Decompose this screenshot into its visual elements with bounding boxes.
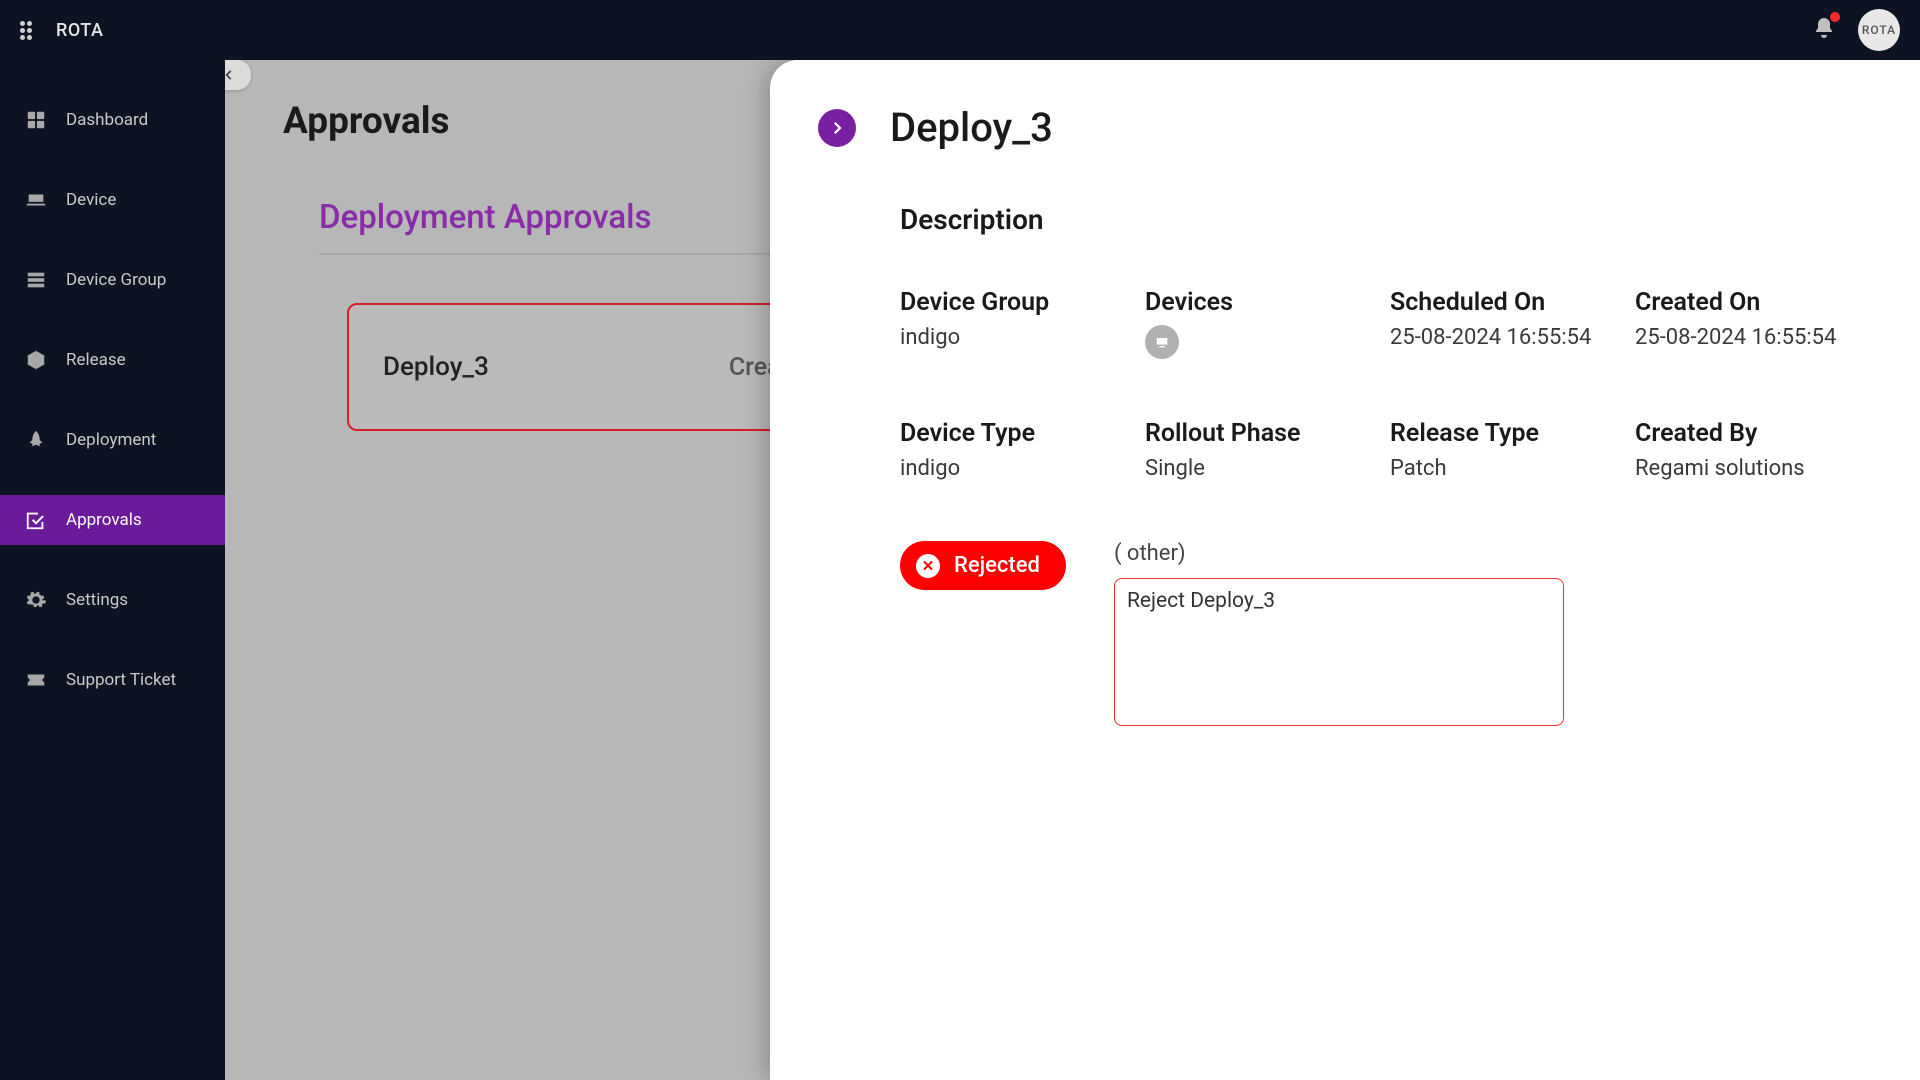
x-circle-icon: ✕ xyxy=(916,554,940,578)
panel-close-button[interactable] xyxy=(818,109,856,147)
sidebar-item-label: Support Ticket xyxy=(66,670,176,690)
field-label: Device Group xyxy=(900,288,1145,317)
field-value: indigo xyxy=(900,456,1145,481)
topbar-right: ROTA xyxy=(1812,9,1900,51)
field-value: 25-08-2024 16:55:54 xyxy=(1390,325,1635,350)
field-rollout-phase: Rollout Phase Single xyxy=(1145,419,1390,481)
sidebar-collapse-button[interactable] xyxy=(225,60,251,90)
notifications-button[interactable] xyxy=(1812,16,1836,44)
app-grid-icon[interactable] xyxy=(20,21,38,39)
field-value: indigo xyxy=(900,325,1145,350)
sidebar-item-device-group[interactable]: Device Group xyxy=(0,255,225,305)
detail-panel: Deploy_3 Description Device Group indigo… xyxy=(770,60,1920,1080)
info-grid: Device Group indigo Devices Scheduled On… xyxy=(900,288,1868,481)
field-label: Scheduled On xyxy=(1390,288,1635,317)
sidebar-item-label: Deployment xyxy=(66,430,156,450)
field-value: Patch xyxy=(1390,456,1635,481)
chevron-left-icon xyxy=(225,68,236,82)
field-label: Device Type xyxy=(900,419,1145,448)
topbar-left: ROTA xyxy=(20,20,103,41)
field-scheduled-on: Scheduled On 25-08-2024 16:55:54 xyxy=(1390,288,1635,359)
field-label: Devices xyxy=(1145,288,1390,317)
field-label: Created By xyxy=(1635,419,1880,448)
field-label: Created On xyxy=(1635,288,1880,317)
gear-icon xyxy=(24,588,48,612)
sidebar-item-label: Device xyxy=(66,190,116,210)
field-value: 25-08-2024 16:55:54 xyxy=(1635,325,1880,350)
topbar: ROTA ROTA xyxy=(0,0,1920,60)
device-icon xyxy=(24,188,48,212)
reason-column: ( other) xyxy=(1114,541,1564,726)
description-heading: Description xyxy=(900,203,1868,236)
field-label: Release Type xyxy=(1390,419,1635,448)
device-group-icon xyxy=(24,268,48,292)
release-icon xyxy=(24,348,48,372)
approvals-icon xyxy=(24,508,48,532)
sidebar-item-support-ticket[interactable]: Support Ticket xyxy=(0,655,225,705)
field-devices: Devices xyxy=(1145,288,1390,359)
approval-card-name: Deploy_3 xyxy=(383,352,489,382)
sidebar-item-dashboard[interactable]: Dashboard xyxy=(0,95,225,145)
notification-badge xyxy=(1830,12,1840,22)
main-content: Approvals Deployment Approvals Deploy_3 … xyxy=(225,60,1920,1080)
status-label: Rejected xyxy=(954,553,1040,578)
sidebar-item-approvals[interactable]: Approvals xyxy=(0,495,225,545)
sidebar: Dashboard Device Device Group Release De… xyxy=(0,60,225,1080)
field-device-type: Device Type indigo xyxy=(900,419,1145,481)
sidebar-item-label: Dashboard xyxy=(66,110,148,130)
sidebar-item-label: Release xyxy=(66,350,126,370)
dashboard-icon xyxy=(24,108,48,132)
ticket-icon xyxy=(24,668,48,692)
status-row: ✕ Rejected ( other) xyxy=(900,541,1868,726)
sidebar-item-settings[interactable]: Settings xyxy=(0,575,225,625)
status-badge-rejected: ✕ Rejected xyxy=(900,541,1066,590)
panel-header: Deploy_3 xyxy=(818,104,1868,151)
panel-title: Deploy_3 xyxy=(890,104,1053,151)
devices-icon[interactable] xyxy=(1145,325,1179,359)
field-release-type: Release Type Patch xyxy=(1390,419,1635,481)
sidebar-item-deployment[interactable]: Deployment xyxy=(0,415,225,465)
field-created-by: Created By Regami solutions xyxy=(1635,419,1880,481)
sidebar-item-release[interactable]: Release xyxy=(0,335,225,385)
field-device-group: Device Group indigo xyxy=(900,288,1145,359)
sidebar-item-label: Settings xyxy=(66,590,128,610)
sidebar-item-label: Approvals xyxy=(66,510,142,530)
reason-label: ( other) xyxy=(1114,541,1564,566)
field-value: Regami solutions xyxy=(1635,456,1880,481)
field-value: Single xyxy=(1145,456,1390,481)
sidebar-item-label: Device Group xyxy=(66,270,166,290)
field-label: Rollout Phase xyxy=(1145,419,1390,448)
avatar[interactable]: ROTA xyxy=(1858,9,1900,51)
field-created-on: Created On 25-08-2024 16:55:54 xyxy=(1635,288,1880,359)
sidebar-item-device[interactable]: Device xyxy=(0,175,225,225)
brand-name: ROTA xyxy=(56,20,103,41)
reason-textarea[interactable] xyxy=(1114,578,1564,726)
deployment-icon xyxy=(24,428,48,452)
chevron-right-icon xyxy=(828,119,846,137)
